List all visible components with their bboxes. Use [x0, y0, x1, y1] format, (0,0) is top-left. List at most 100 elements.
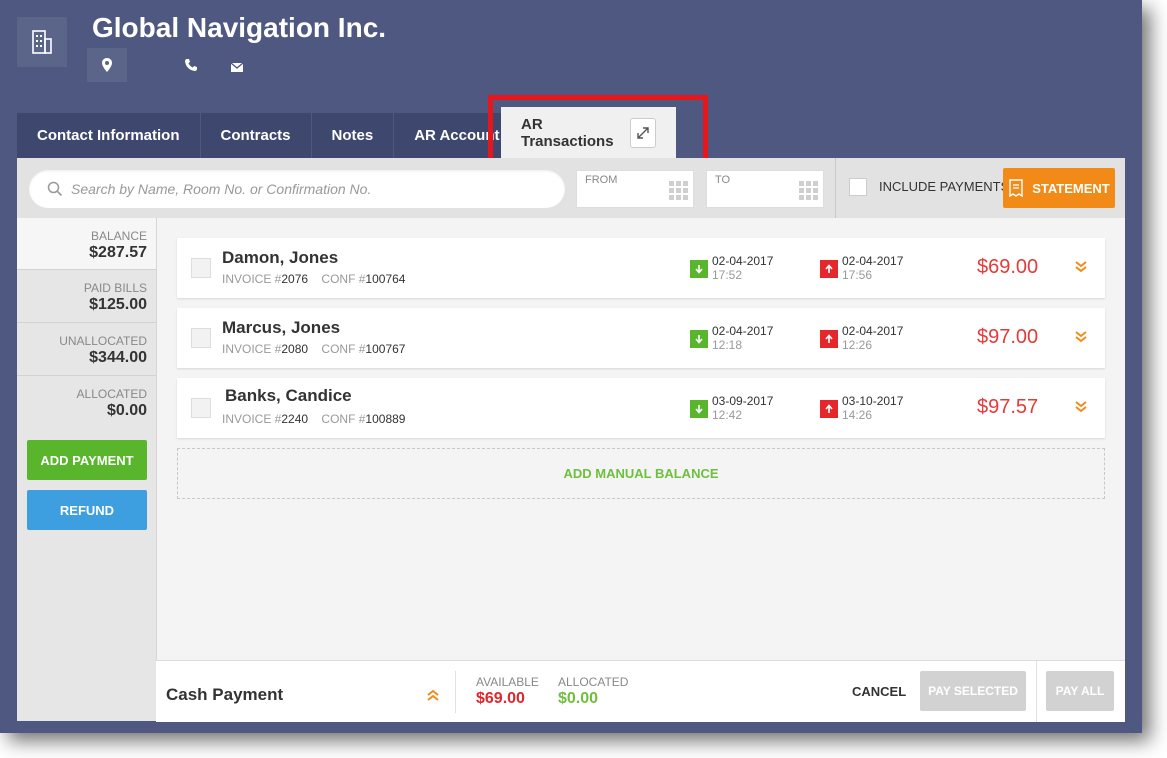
invoice-number: 2240 [281, 412, 309, 426]
invoice-number: 2080 [281, 342, 309, 356]
chevron-double-up-icon[interactable] [426, 688, 440, 707]
available-label: AVAILABLE [476, 675, 539, 689]
stat-value: $125.00 [89, 296, 147, 313]
amount: $69.00 [977, 256, 1039, 278]
calendar-grid-icon[interactable] [669, 181, 689, 206]
add-manual-balance-button[interactable]: ADD MANUAL BALANCE [177, 448, 1105, 499]
balance-stat: BALANCE $287.57 [17, 218, 156, 270]
statement-label: STATEMENT [1032, 180, 1110, 196]
tab-label: AR Transactions [521, 115, 614, 150]
amount: $97.00 [977, 326, 1039, 348]
conf-label: CONF # [321, 412, 366, 426]
departure-date: 02-04-2017 [842, 324, 904, 338]
arrival-time: 12:18 [712, 338, 743, 352]
available-value: $69.00 [476, 690, 525, 707]
departure-time: 14:26 [842, 408, 873, 422]
arrow-up-icon [820, 330, 838, 348]
search-input[interactable] [69, 180, 553, 198]
balance-sidebar: BALANCE $287.57 PAID BILLS $125.00 UNALL… [17, 218, 157, 721]
expand-icon[interactable] [630, 117, 656, 148]
amount: $97.57 [977, 396, 1039, 418]
arrow-up-icon [820, 260, 838, 278]
from-label: FROM [585, 174, 618, 186]
arrow-down-icon [690, 260, 708, 278]
arrow-up-icon [820, 400, 838, 418]
arrow-down-icon [690, 330, 708, 348]
mail-icon[interactable] [230, 60, 244, 78]
guest-name: Banks, Candice [225, 386, 352, 405]
arrival-date: 03-09-2017 [712, 394, 774, 408]
payment-footer: Cash Payment AVAILABLE $69.00 ALLOCATED … [156, 660, 1125, 722]
list-item[interactable]: Marcus, Jones INVOICE #2080 CONF #100767… [177, 308, 1105, 368]
stat-label: PAID BILLS [83, 281, 147, 295]
tab-contracts[interactable]: Contracts [200, 113, 312, 158]
arrival-time: 17:52 [712, 268, 743, 282]
allocated-label: ALLOCATED [558, 675, 629, 689]
include-payments-checkbox[interactable] [849, 178, 867, 196]
departure-time: 17:56 [842, 268, 873, 282]
phone-icon[interactable] [184, 58, 198, 77]
departure-date: 02-04-2017 [842, 254, 904, 268]
stat-value: $287.57 [89, 244, 147, 261]
allocated-amount: ALLOCATED $0.00 [558, 675, 628, 708]
chevron-double-down-icon[interactable] [1074, 400, 1088, 419]
receipt-icon [1008, 179, 1024, 197]
divider [835, 158, 836, 218]
guest-name: Marcus, Jones [222, 318, 341, 337]
arrow-down-icon [690, 400, 708, 418]
to-label: TO [715, 174, 731, 186]
list-item[interactable]: Banks, Candice INVOICE #2240 CONF #10088… [177, 378, 1105, 438]
stat-label: UNALLOCATED [59, 334, 147, 348]
tab-contact-information[interactable]: Contact Information [17, 113, 201, 158]
add-payment-button[interactable]: ADD PAYMENT [27, 440, 147, 480]
divider [455, 671, 456, 713]
guest-name: Damon, Jones [222, 248, 339, 267]
departure-date: 03-10-2017 [842, 394, 904, 408]
cancel-button[interactable]: CANCEL [852, 684, 906, 699]
row-checkbox[interactable] [191, 258, 211, 278]
available-amount: AVAILABLE $69.00 [476, 675, 539, 708]
row-checkbox[interactable] [191, 328, 211, 348]
tab-label: AR Account [414, 127, 500, 144]
payment-method-title: Cash Payment [166, 685, 284, 704]
chevron-double-down-icon[interactable] [1074, 330, 1088, 349]
conf-label: CONF # [321, 342, 366, 356]
stat-value: $0.00 [106, 402, 147, 419]
chevron-double-down-icon[interactable] [1074, 260, 1088, 279]
stat-value: $344.00 [89, 349, 147, 366]
tab-label: Notes [331, 127, 374, 144]
calendar-grid-icon[interactable] [799, 181, 819, 206]
paid-bills-stat: PAID BILLS $125.00 [17, 270, 156, 323]
tab-ar-transactions[interactable]: AR Transactions [501, 107, 676, 158]
search-box[interactable] [29, 170, 565, 208]
invoice-number: 2076 [281, 272, 309, 286]
departure-time: 12:26 [842, 338, 873, 352]
tab-notes[interactable]: Notes [311, 113, 395, 158]
filter-toolbar: FROM TO [17, 158, 1125, 218]
from-date-field[interactable]: FROM [576, 170, 694, 208]
unallocated-stat: UNALLOCATED $344.00 [17, 323, 156, 376]
arrival-date: 02-04-2017 [712, 324, 774, 338]
allocated-value: $0.00 [558, 690, 599, 707]
company-name: Global Navigation Inc. [92, 12, 387, 43]
refund-button[interactable]: REFUND [27, 490, 147, 530]
invoice-label: INVOICE # [222, 342, 282, 356]
conf-number: 100767 [365, 342, 406, 356]
statement-button[interactable]: STATEMENT [1003, 168, 1115, 208]
divider [1036, 661, 1037, 722]
tab-label: Contact Information [37, 127, 180, 144]
row-checkbox[interactable] [191, 398, 211, 418]
invoice-label: INVOICE # [222, 412, 282, 426]
search-icon [47, 181, 63, 197]
location-pin-icon[interactable] [87, 48, 127, 82]
main-content: FROM TO [17, 158, 1125, 722]
pay-selected-button[interactable]: PAY SELECTED [920, 671, 1026, 711]
arrival-time: 12:42 [712, 408, 743, 422]
conf-number: 100889 [365, 412, 406, 426]
to-date-field[interactable]: TO [706, 170, 824, 208]
list-item[interactable]: Damon, Jones INVOICE #2076 CONF #100764 … [177, 238, 1105, 298]
building-icon [17, 17, 67, 67]
arrival-date: 02-04-2017 [712, 254, 774, 268]
pay-all-button[interactable]: PAY ALL [1046, 671, 1114, 711]
include-payments-label: INCLUDE PAYMENTS [879, 179, 1010, 194]
